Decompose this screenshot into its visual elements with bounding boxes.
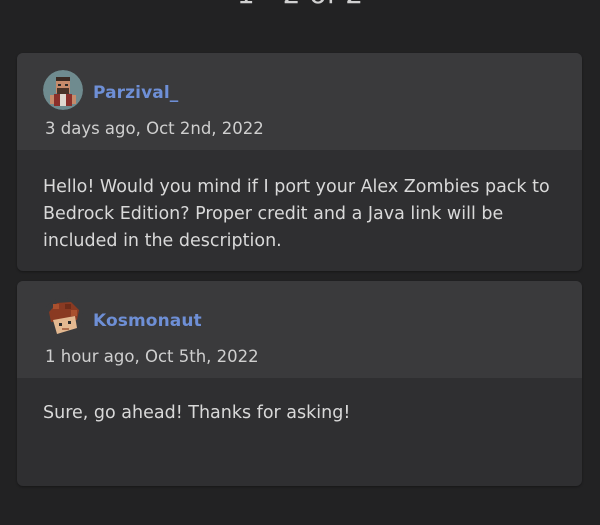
comment-card: Parzival_ 3 days ago, Oct 2nd, 2022 Hell…: [17, 53, 582, 271]
comment-header: Kosmonaut 1 hour ago, Oct 5th, 2022: [17, 281, 582, 378]
comment-text: Hello! Would you mind if I port your Ale…: [43, 177, 550, 251]
comments-page: 1 - 2 of 2: [0, 0, 600, 525]
pagination-label: 1 - 2 of 2: [0, 0, 600, 10]
comment-timestamp: 3 days ago, Oct 2nd, 2022: [45, 119, 264, 138]
author-link[interactable]: Kosmonaut: [93, 311, 202, 331]
user-avatar[interactable]: [43, 298, 83, 338]
comment-text: Sure, go ahead! Thanks for asking!: [43, 403, 351, 423]
user-avatar[interactable]: [43, 70, 83, 110]
pixel-character-avatar-icon: [43, 70, 83, 110]
comment-card: Kosmonaut 1 hour ago, Oct 5th, 2022 Sure…: [17, 281, 582, 486]
comment-timestamp: 1 hour ago, Oct 5th, 2022: [45, 347, 259, 366]
author-link[interactable]: Parzival_: [93, 83, 178, 103]
pixel-head-avatar-icon: [43, 298, 83, 338]
comment-header: Parzival_ 3 days ago, Oct 2nd, 2022: [17, 53, 582, 150]
